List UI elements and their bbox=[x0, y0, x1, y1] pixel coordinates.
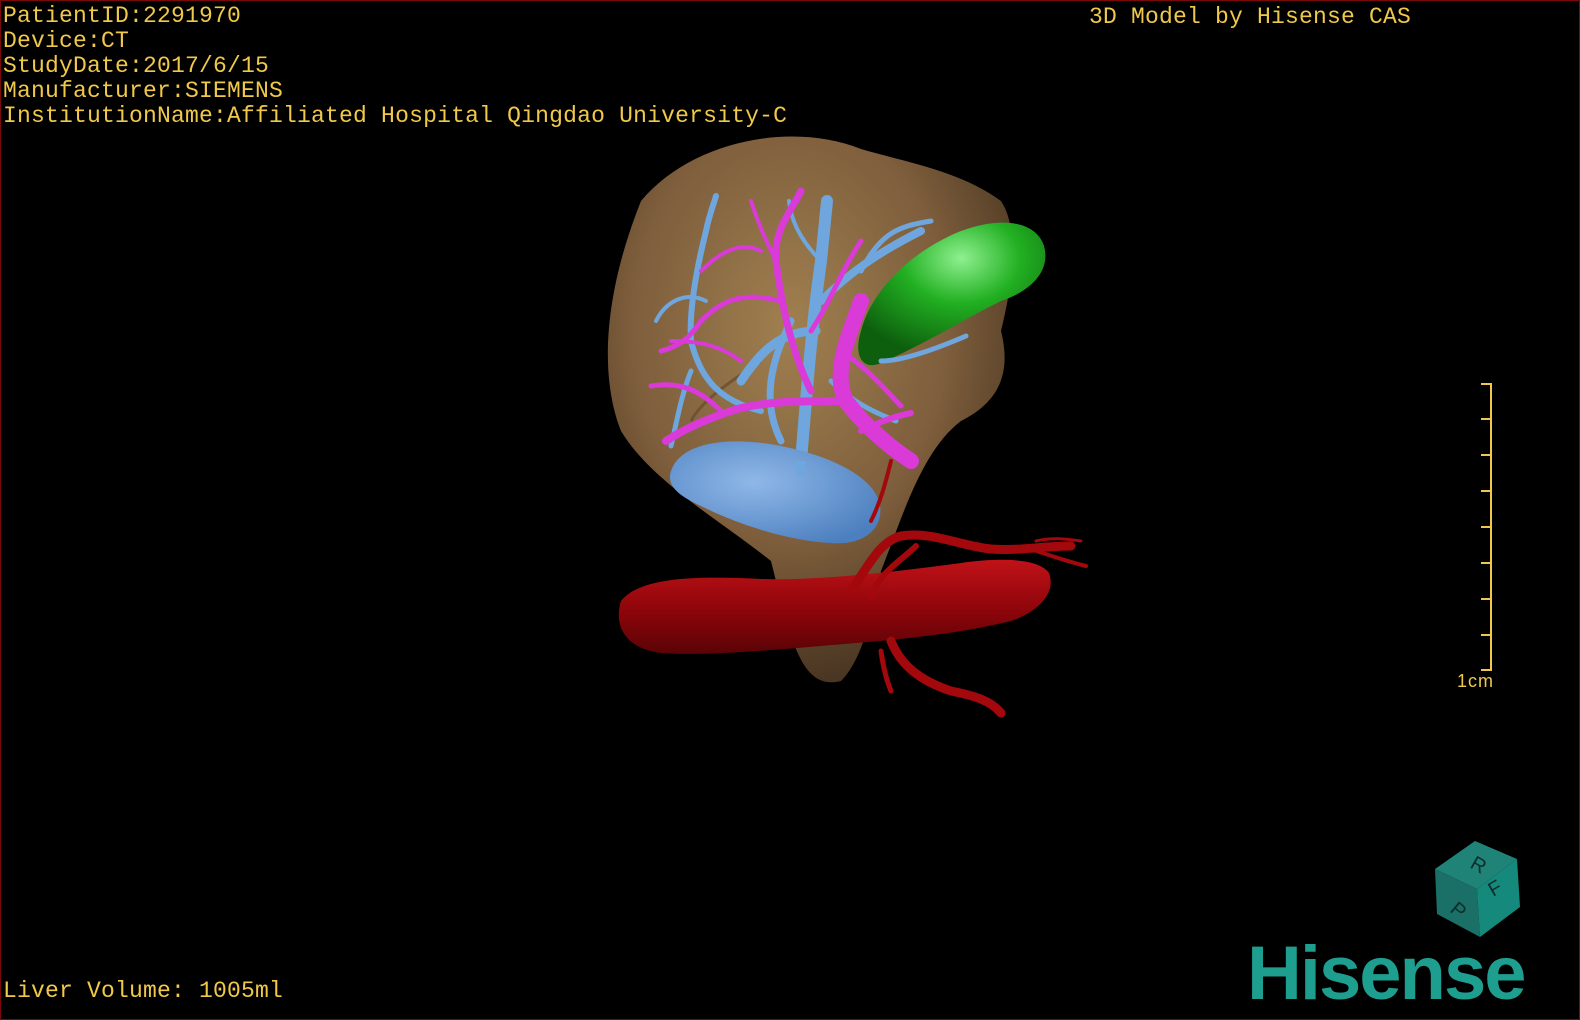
liver-volume-text: Liver Volume: 1005ml bbox=[3, 978, 284, 1004]
study-date-text: StudyDate:2017/6/15 bbox=[3, 53, 270, 79]
hisense-logo: Hisense bbox=[1247, 931, 1526, 1016]
manufacturer-text: Manufacturer:SIEMENS bbox=[3, 78, 284, 104]
institution-text: InstitutionName:Affiliated Hospital Qing… bbox=[3, 103, 788, 129]
patient-id-text: PatientID:2291970 bbox=[3, 3, 242, 29]
patient-info-overlay: PatientID:2291970 Device:CT StudyDate:20… bbox=[3, 4, 787, 129]
device-text: Device:CT bbox=[3, 28, 130, 54]
scale-bar bbox=[1481, 383, 1492, 671]
orientation-cube-icon[interactable]: R F P bbox=[1425, 839, 1525, 939]
scale-label: 1cm bbox=[1457, 671, 1495, 691]
model-credit-text: 3D Model by Hisense CAS bbox=[1089, 4, 1412, 30]
3d-liver-model[interactable] bbox=[1, 1, 1580, 1020]
3d-viewport[interactable]: PatientID:2291970 Device:CT StudyDate:20… bbox=[0, 0, 1580, 1020]
